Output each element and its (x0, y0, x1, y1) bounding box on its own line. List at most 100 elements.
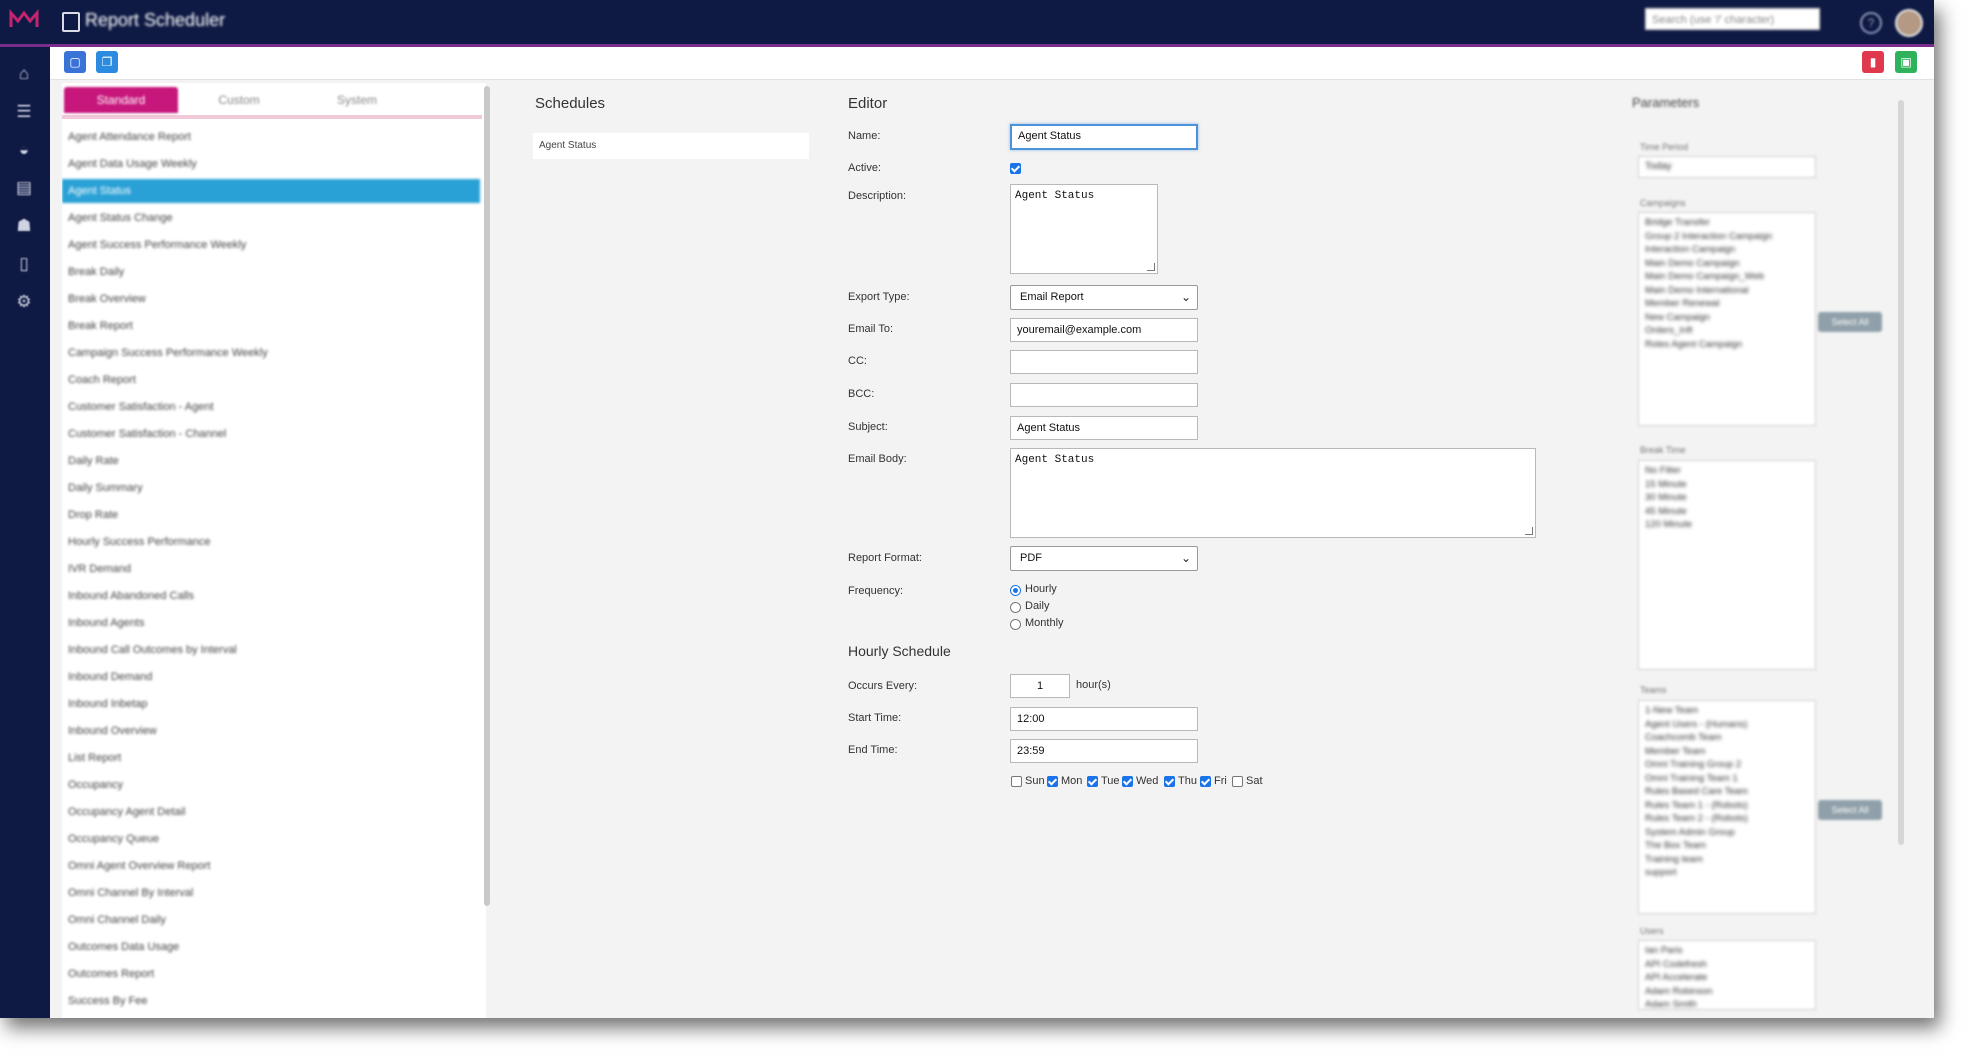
document-icon[interactable]: ▯ (14, 255, 34, 273)
list-option[interactable]: Coachcomb Team (1645, 731, 1809, 745)
report-list-item[interactable]: Agent Status Change (62, 206, 480, 230)
start-time-input[interactable]: 12:00 (1010, 707, 1198, 731)
day-checkbox-fri[interactable] (1200, 776, 1211, 787)
dashboard-icon[interactable]: ◒ (14, 141, 34, 159)
list-option[interactable]: 1-New Team (1645, 704, 1809, 718)
list-option[interactable]: 15 Minute (1645, 478, 1809, 492)
day-checkbox-mon[interactable] (1047, 776, 1058, 787)
list-option[interactable]: The Box Team (1645, 839, 1809, 853)
report-list-item[interactable]: Inbound Demand (62, 665, 480, 689)
day-checkbox-sat[interactable] (1232, 776, 1243, 787)
list-option[interactable]: Ian Paris (1645, 944, 1809, 958)
day-checkbox-thu[interactable] (1164, 776, 1175, 787)
campaigns-listbox[interactable]: Bridge Transfer Group 2 Interaction Campa… (1638, 212, 1816, 426)
select-all-teams-button[interactable]: Select All (1818, 800, 1882, 820)
report-list-item[interactable]: IVR Demand (62, 557, 480, 581)
report-list-item[interactable]: Success By Fee (62, 989, 480, 1013)
report-list-item[interactable]: Omni Agent Overview Report (62, 854, 480, 878)
report-list-item[interactable]: Omni Channel By Interval (62, 881, 480, 905)
report-list-item[interactable]: Occupancy Agent Detail (62, 800, 480, 824)
copy-button[interactable]: ❐ (96, 51, 118, 73)
list-option[interactable]: Rules Based Care Team (1645, 785, 1809, 799)
list-option[interactable]: Roles Agent Campaign (1645, 338, 1809, 352)
list-option[interactable]: Main Demo Campaign_Web (1645, 270, 1809, 284)
report-list-item[interactable]: Inbound Agents (62, 611, 480, 635)
report-list-scrollbar[interactable] (484, 86, 490, 906)
list-option[interactable]: support (1645, 866, 1809, 880)
list-option[interactable]: 45 Minute (1645, 505, 1809, 519)
day-checkbox-sun[interactable] (1011, 776, 1022, 787)
frequency-hourly-radio[interactable] (1010, 585, 1021, 596)
report-list-item[interactable]: Agent Attendance Report (62, 125, 480, 149)
list-option[interactable]: Group 2 Interaction Campaign (1645, 230, 1809, 244)
list-option[interactable]: New Campaign (1645, 311, 1809, 325)
list-option[interactable]: Omni Training Group 2 (1645, 758, 1809, 772)
report-list-item[interactable]: Agent Data Usage Weekly (62, 152, 480, 176)
list-option[interactable]: Rules Team 1 - (Robots) (1645, 799, 1809, 813)
report-list-item[interactable]: Inbound Inbetap (62, 692, 480, 716)
report-list-item[interactable]: Break Daily (62, 260, 480, 284)
description-textarea[interactable]: Agent Status (1010, 184, 1158, 274)
list-option[interactable]: Adam Robinson (1645, 985, 1809, 999)
report-list-item[interactable]: Occupancy Queue (62, 827, 480, 851)
search-input[interactable]: Search (use '/' character) (1645, 8, 1820, 30)
new-button[interactable]: ▢ (64, 51, 86, 73)
report-list-item[interactable]: Agent Success Performance Weekly (62, 233, 480, 257)
report-list-item[interactable]: Campaign Success Performance Weekly (62, 341, 480, 365)
cc-input[interactable] (1010, 350, 1198, 374)
app-logo-icon[interactable] (9, 9, 39, 31)
teams-listbox[interactable]: 1-New Team Agent Users - (Humans) Coachcom… (1638, 700, 1816, 914)
list-option[interactable]: Main Demo Campaign (1645, 257, 1809, 271)
report-list-item[interactable]: Outcomes Data Usage (62, 935, 480, 959)
select-all-campaigns-button[interactable]: Select All (1818, 312, 1882, 332)
report-list-item[interactable]: Omni Channel Daily (62, 908, 480, 932)
report-format-select[interactable]: PDF ⌄ (1010, 546, 1198, 571)
list-option[interactable]: Main Demo International (1645, 284, 1809, 298)
list-option[interactable]: Member Renewal (1645, 297, 1809, 311)
bcc-input[interactable] (1010, 383, 1198, 407)
active-checkbox[interactable] (1010, 163, 1021, 174)
report-list-item[interactable]: Drop Rate (62, 503, 480, 527)
list-option[interactable]: 30 Minute (1645, 491, 1809, 505)
list-option[interactable]: API Accelerate (1645, 971, 1809, 985)
day-checkbox-wed[interactable] (1122, 776, 1133, 787)
schedule-item[interactable]: Agent Status (533, 133, 809, 159)
frequency-monthly-radio[interactable] (1010, 619, 1021, 630)
tab-custom[interactable]: Custom (182, 87, 296, 113)
export-type-select[interactable]: Email Report ⌄ (1010, 285, 1198, 310)
main-scrollbar[interactable] (1898, 100, 1904, 845)
report-list-item[interactable]: Break Overview (62, 287, 480, 311)
resize-handle-icon[interactable] (1525, 527, 1533, 535)
database-icon[interactable]: ▤ (14, 179, 34, 197)
list-option[interactable]: Rules Team 2 - (Robots) (1645, 812, 1809, 826)
list-option[interactable]: Bridge Transfer (1645, 216, 1809, 230)
end-time-input[interactable]: 23:59 (1010, 739, 1198, 763)
report-list-item[interactable]: Inbound Overview (62, 719, 480, 743)
report-list-item[interactable]: Break Report (62, 314, 480, 338)
tab-standard[interactable]: Standard (64, 87, 178, 113)
name-input[interactable]: Agent Status (1010, 124, 1198, 150)
email-body-textarea[interactable]: Agent Status (1010, 448, 1536, 538)
day-checkbox-tue[interactable] (1087, 776, 1098, 787)
help-icon[interactable]: ? (1860, 12, 1882, 34)
list-option[interactable]: API Codefresh (1645, 958, 1809, 972)
users-listbox[interactable]: Ian Paris API Codefresh API Accelerate Adam… (1638, 940, 1816, 1010)
home-icon[interactable]: ⌂ (14, 65, 34, 83)
email-to-input[interactable]: youremail@example.com (1010, 318, 1198, 342)
tab-system[interactable]: System (300, 87, 414, 113)
report-list-item[interactable]: Coach Report (62, 368, 480, 392)
report-list-item[interactable]: Daily Summary (62, 476, 480, 500)
avatar[interactable] (1895, 9, 1923, 37)
list-option[interactable]: System Admin Group (1645, 826, 1809, 840)
report-list-item[interactable]: Inbound Abandoned Calls (62, 584, 480, 608)
report-list-item[interactable]: Occupancy (62, 773, 480, 797)
break-time-listbox[interactable]: No Filter 15 Minute 30 Minute 45 Minute 120 … (1638, 460, 1816, 670)
resize-handle-icon[interactable] (1147, 263, 1155, 271)
list-option[interactable]: No Filter (1645, 464, 1809, 478)
list-option[interactable]: Interaction Campaign (1645, 243, 1809, 257)
frequency-daily-radio[interactable] (1010, 602, 1021, 613)
report-list-item[interactable]: Outcomes Report (62, 962, 480, 986)
users-icon[interactable]: ☗ (14, 217, 34, 235)
list-option[interactable]: Member Team (1645, 745, 1809, 759)
report-list-item[interactable]: Customer Satisfaction - Channel (62, 422, 480, 446)
